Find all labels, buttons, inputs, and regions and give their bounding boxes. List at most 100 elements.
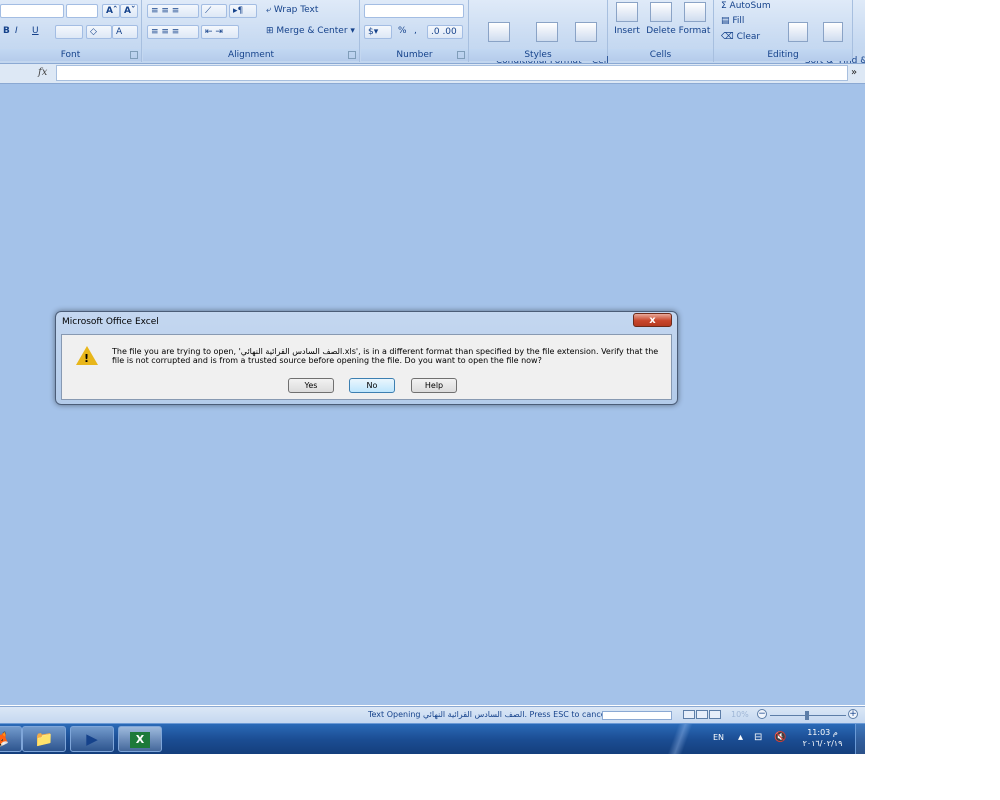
format-button[interactable]: Format <box>678 2 711 36</box>
network-icon[interactable]: ⊟ <box>754 732 762 743</box>
binoculars-icon <box>823 22 843 42</box>
number-group-label: Number <box>361 49 468 61</box>
comma-button[interactable]: , <box>411 25 423 39</box>
delete-cells-icon <box>650 2 672 22</box>
progress-bar <box>602 711 672 720</box>
alignment-group-label: Alignment <box>143 49 359 61</box>
font-group: Aˆ Aˇ B I U ◇ A Font <box>0 0 142 62</box>
dialog-message: The file you are trying to open, 'الصف ا… <box>112 347 659 365</box>
zoom-out-icon[interactable]: − <box>757 709 767 719</box>
wrap-text-icon: ⤶ <box>266 5 274 15</box>
zoom-level: 10% <box>731 710 749 719</box>
font-dialog-launcher-icon[interactable] <box>130 51 138 59</box>
view-buttons <box>683 710 727 720</box>
excel-taskbar-icon[interactable]: X <box>118 726 162 752</box>
font-color-button[interactable]: A <box>112 25 138 39</box>
formula-bar: fx » <box>0 64 865 84</box>
shrink-font-button[interactable]: Aˇ <box>120 4 138 18</box>
volume-muted-icon[interactable]: 🔇 <box>774 732 786 743</box>
insert-cells-icon <box>616 2 638 22</box>
status-text: Text Opening الصف السادس القرائية النهائ… <box>368 710 611 719</box>
styles-group: Conditional Formatting Format as Table C… <box>469 0 609 76</box>
page-break-view-icon[interactable] <box>709 710 721 719</box>
expand-formula-bar-icon[interactable]: » <box>851 67 857 78</box>
excel-window: Aˆ Aˇ B I U ◇ A Font ≡ ≡ ≡ ⟋ ▸¶ ⤶ Wrap T… <box>0 0 865 754</box>
zoom-in-icon[interactable]: + <box>848 709 858 719</box>
fill-label: Fill <box>732 16 745 26</box>
close-button[interactable]: x <box>633 313 672 327</box>
insert-button[interactable]: Insert <box>611 2 643 36</box>
grow-font-button[interactable]: Aˆ <box>102 4 120 18</box>
editing-group: Σ AutoSum ▤ Fill ⌫ Clear Sort & Filter F… <box>714 0 865 76</box>
percent-button[interactable]: % <box>395 25 409 39</box>
firefox-taskbar-icon[interactable]: 🦊 <box>0 726 22 752</box>
merge-center-label: Merge & Center <box>276 26 348 36</box>
tray-sheen <box>650 724 710 754</box>
autosum-button[interactable]: Σ AutoSum <box>718 0 780 14</box>
format-label: Format <box>678 26 711 36</box>
warning-exclamation-icon: ! <box>84 352 90 365</box>
no-button[interactable]: No <box>349 378 395 393</box>
language-indicator[interactable]: EN <box>713 733 724 742</box>
number-group: $▾ % , .0 .00 Number <box>361 0 469 62</box>
styles-group-label: Styles <box>469 49 607 61</box>
clock-time: 11:03 م <box>807 728 838 737</box>
merge-icon: ⊞ <box>266 26 277 36</box>
decimal-buttons[interactable]: .0 .00 <box>427 25 463 39</box>
number-dialog-launcher-icon[interactable] <box>457 51 465 59</box>
clear-button[interactable]: ⌫ Clear <box>718 31 764 45</box>
font-name-combo[interactable] <box>0 4 64 18</box>
cells-group: Insert Delete Format Cells <box>608 0 714 62</box>
file-explorer-taskbar-icon[interactable]: 📁 <box>22 726 66 752</box>
italic-button[interactable]: I <box>12 25 22 39</box>
yes-button[interactable]: Yes <box>288 378 334 393</box>
merge-center-button[interactable]: ⊞ Merge & Center ▾ <box>263 25 355 39</box>
ribbon: Aˆ Aˇ B I U ◇ A Font ≡ ≡ ≡ ⟋ ▸¶ ⤶ Wrap T… <box>0 0 865 76</box>
sort-icon <box>788 22 808 42</box>
bold-button[interactable]: B <box>0 25 10 39</box>
media-player-taskbar-icon[interactable]: ▶ <box>70 726 114 752</box>
taskbar: 🦊 📁 ▶ X EN ▴ ⊟ 🔇 11:03 م ٢٠١٦/٠٢/١٩ <box>0 723 865 754</box>
fill-color-button[interactable]: ◇ <box>86 25 112 39</box>
chevron-down-icon: ▾ <box>347 26 355 36</box>
alignment-dialog-launcher-icon[interactable] <box>348 51 356 59</box>
alignment-group: ≡ ≡ ≡ ⟋ ▸¶ ⤶ Wrap Text ≡ ≡ ≡ ⇤ ⇥ ⊞ Merge… <box>143 0 360 62</box>
top-align-buttons[interactable]: ≡ ≡ ≡ <box>147 4 199 18</box>
fill-icon: ▤ <box>721 16 733 26</box>
cells-group-label: Cells <box>608 49 713 61</box>
eraser-icon: ⌫ <box>721 32 737 42</box>
file-format-warning-dialog: Microsoft Office Excel x ! The file you … <box>55 311 678 405</box>
table-icon <box>536 22 558 42</box>
status-bar: Text Opening الصف السادس القرائية النهائ… <box>0 706 865 723</box>
insert-label: Insert <box>614 26 640 36</box>
font-size-combo[interactable] <box>66 4 98 18</box>
formula-input[interactable] <box>56 65 848 81</box>
format-cells-icon <box>683 2 706 22</box>
clear-label: Clear <box>736 32 761 42</box>
zoom-slider-thumb[interactable] <box>805 711 809 720</box>
clock[interactable]: 11:03 م ٢٠١٦/٠٢/١٩ <box>795 727 850 749</box>
wrap-text-label: Wrap Text <box>273 5 319 15</box>
wrap-text-button[interactable]: ⤶ Wrap Text <box>263 4 343 18</box>
dialog-title: Microsoft Office Excel <box>62 317 159 327</box>
conditional-formatting-icon <box>488 22 510 42</box>
show-desktop-button[interactable] <box>855 724 865 754</box>
fx-icon[interactable]: fx <box>38 67 47 78</box>
delete-button[interactable]: Delete <box>645 2 677 36</box>
accounting-format-button[interactable]: $▾ <box>364 25 392 39</box>
help-button[interactable]: Help <box>411 378 457 393</box>
normal-view-icon[interactable] <box>683 710 695 719</box>
delete-label: Delete <box>646 26 676 36</box>
number-format-combo[interactable] <box>364 4 464 18</box>
cell-styles-icon <box>575 22 597 42</box>
fill-button[interactable]: ▤ Fill <box>718 15 758 29</box>
horizontal-align-buttons[interactable]: ≡ ≡ ≡ <box>147 25 199 39</box>
orientation-button[interactable]: ⟋ <box>201 4 227 18</box>
borders-button[interactable] <box>55 25 83 39</box>
clock-date: ٢٠١٦/٠٢/١٩ <box>802 739 843 748</box>
show-hidden-icons-icon[interactable]: ▴ <box>738 732 743 743</box>
underline-button[interactable]: U <box>29 25 43 39</box>
indent-button[interactable]: ▸¶ <box>229 4 257 18</box>
page-layout-view-icon[interactable] <box>696 710 708 719</box>
indent-decrease-increase-buttons[interactable]: ⇤ ⇥ <box>201 25 239 39</box>
